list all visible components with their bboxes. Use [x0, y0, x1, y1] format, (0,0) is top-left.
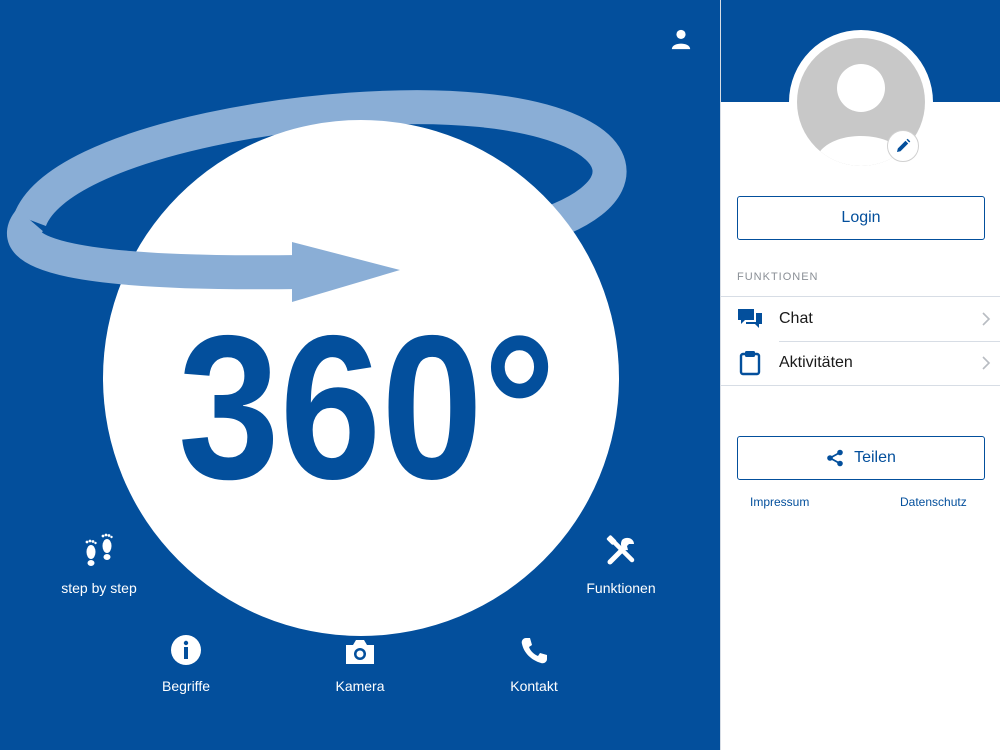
tools-icon: [606, 535, 635, 565]
user-icon: [671, 29, 691, 50]
nav-funktionen-label: Funktionen: [586, 580, 656, 596]
nav-kamera-label: Kamera: [335, 678, 385, 694]
impressum-link[interactable]: Impressum: [750, 495, 809, 509]
menu-item-aktivitaeten[interactable]: Aktivitäten: [721, 341, 1000, 385]
nav-step-by-step-label: step by step: [61, 580, 137, 596]
chevron-right-icon: [982, 356, 991, 370]
login-button-label: Login: [841, 209, 881, 226]
edit-avatar-button[interactable]: [887, 130, 919, 162]
clipboard-icon: [739, 351, 761, 376]
info-icon: [171, 635, 201, 665]
main-panel: 360° step by step Funktionen Begriffe Ka…: [0, 0, 720, 750]
menu-item-chat[interactable]: Chat: [721, 297, 1000, 341]
nav-begriffe-label: Begriffe: [162, 678, 210, 694]
datenschutz-link[interactable]: Datenschutz: [900, 495, 967, 509]
share-icon: [827, 449, 843, 467]
menu-item-chat-label: Chat: [779, 310, 813, 327]
section-label-funktionen: FUNKTIONEN: [737, 271, 819, 283]
functions-menu: Chat Aktivitäten: [721, 296, 1000, 386]
pencil-icon: [897, 138, 911, 152]
share-button[interactable]: Teilen: [737, 436, 985, 480]
nav-funktionen[interactable]: Funktionen: [541, 528, 701, 596]
sidebar: Login FUNKTIONEN Chat Aktivitäten Teilen…: [720, 0, 1000, 750]
nav-kontakt[interactable]: Kontakt: [454, 626, 614, 694]
chat-icon: [738, 309, 762, 328]
divider: [779, 341, 1000, 342]
nav-step-by-step[interactable]: step by step: [19, 528, 179, 596]
menu-item-aktivitaeten-label: Aktivitäten: [779, 354, 853, 371]
profile-button[interactable]: [664, 22, 698, 56]
chevron-right-icon: [982, 312, 991, 326]
camera-icon: [346, 640, 374, 664]
nav-kamera[interactable]: Kamera: [280, 626, 440, 694]
share-button-label: Teilen: [854, 449, 896, 466]
phone-icon: [521, 638, 547, 664]
footprints-icon: [85, 533, 113, 566]
hero-text: 360°: [178, 293, 556, 522]
login-button[interactable]: Login: [737, 196, 985, 240]
nav-kontakt-label: Kontakt: [510, 678, 558, 694]
nav-begriffe[interactable]: Begriffe: [106, 626, 266, 694]
